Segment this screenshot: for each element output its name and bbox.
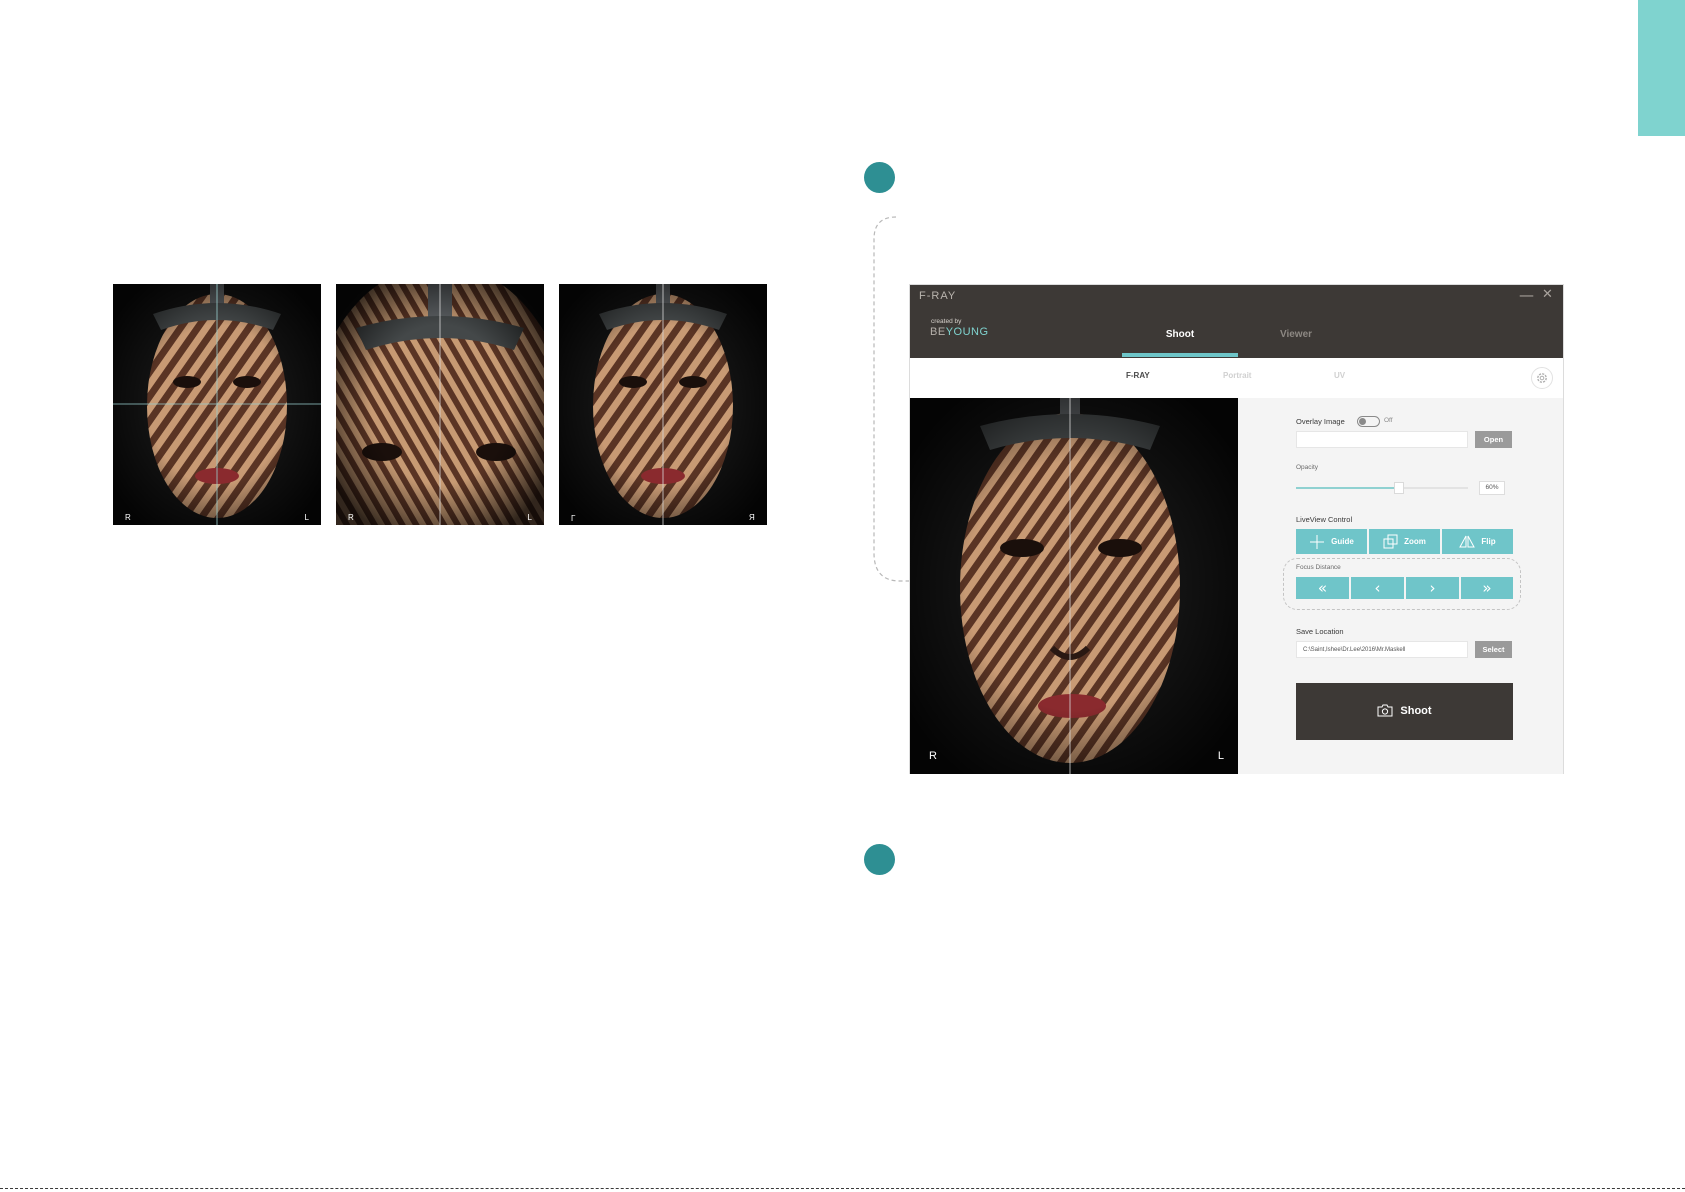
brand-accent: YOUNG	[945, 326, 989, 338]
zoom-label: Zoom	[1404, 537, 1426, 546]
focus-far-forward-button[interactable]: »	[1461, 577, 1513, 599]
page-bottom-rule	[0, 1188, 1685, 1189]
step-marker-2	[864, 844, 895, 875]
liveview-control-label: LiveView Control	[1296, 515, 1353, 524]
app-title: F-RAY	[919, 290, 957, 302]
control-panel: Overlay Image Off Open Opacity 60% LiveV…	[1238, 398, 1563, 774]
save-path-field[interactable]: C:\Saint,Ishee\Dr.Lee\2016\Mr.Maskell	[1296, 641, 1468, 658]
close-button[interactable]: ✕	[1542, 287, 1553, 302]
thumb-left-label: R	[348, 513, 354, 522]
focus-back-button[interactable]: ‹	[1351, 577, 1404, 599]
liveview-image: R L	[910, 398, 1238, 774]
thumb-right-label: R	[749, 513, 755, 522]
app-window: F-RAY — ✕ created by BEYOUNG Shoot Viewe…	[909, 284, 1564, 774]
liveview-right-label: L	[1217, 750, 1224, 762]
zoom-icon	[1383, 534, 1398, 549]
focus-forward-button[interactable]: ›	[1406, 577, 1459, 599]
open-button[interactable]: Open	[1475, 431, 1512, 448]
zoom-button[interactable]: Zoom	[1369, 529, 1440, 554]
guide-button[interactable]: Guide	[1296, 529, 1367, 554]
overlay-image-label: Overlay Image	[1296, 417, 1345, 426]
overlay-path-field[interactable]	[1296, 431, 1468, 448]
opacity-slider[interactable]	[1296, 482, 1468, 494]
guide-label: Guide	[1331, 537, 1354, 546]
gear-icon	[1537, 373, 1547, 383]
overlay-toggle-state: Off	[1384, 417, 1393, 424]
brand-caption: created by	[931, 318, 962, 325]
shoot-button[interactable]: Shoot	[1296, 683, 1513, 740]
tab-viewer[interactable]: Viewer	[1238, 329, 1354, 340]
face-photo	[910, 398, 1238, 774]
face-thumbnail-guide: R L	[113, 284, 321, 525]
title-bar: F-RAY — ✕ created by BEYOUNG Shoot Viewe…	[910, 285, 1563, 358]
step-marker-1	[864, 162, 895, 193]
toggle-knob	[1359, 418, 1366, 425]
tab-shoot[interactable]: Shoot	[1122, 329, 1238, 340]
face-photo	[336, 284, 544, 525]
shoot-label: Shoot	[1400, 705, 1432, 717]
flip-label: Flip	[1481, 537, 1496, 546]
settings-button[interactable]	[1531, 367, 1553, 389]
active-tab-indicator	[1122, 353, 1238, 357]
corner-tab	[1638, 0, 1685, 136]
overlay-toggle[interactable]	[1357, 416, 1380, 427]
opacity-slider-fill	[1296, 487, 1400, 489]
camera-icon	[1377, 704, 1393, 717]
sub-tab-bar: F-RAY Portrait UV	[910, 358, 1563, 398]
select-button[interactable]: Select	[1475, 641, 1512, 658]
flip-button[interactable]: Flip	[1442, 529, 1513, 554]
thumb-left-label: L	[571, 513, 576, 522]
face-thumbnail-flip: L R	[559, 284, 767, 525]
face-photo	[559, 284, 767, 525]
thumb-right-label: L	[304, 513, 309, 522]
focus-distance-label: Focus Distance	[1296, 564, 1341, 571]
subtab-uv[interactable]: UV	[1334, 371, 1345, 380]
opacity-slider-handle[interactable]	[1394, 482, 1405, 494]
brand-logo: BEYOUNG	[930, 326, 989, 338]
flip-icon	[1459, 536, 1476, 548]
thumb-right-label: L	[527, 513, 532, 522]
opacity-label: Opacity	[1296, 464, 1319, 471]
save-location-label: Save Location	[1296, 627, 1344, 636]
focus-far-back-button[interactable]: «	[1296, 577, 1349, 599]
face-photo	[113, 284, 321, 525]
subtab-portrait[interactable]: Portrait	[1223, 371, 1251, 380]
face-thumbnail-zoom: R L	[336, 284, 544, 525]
minimize-button[interactable]: —	[1519, 286, 1534, 304]
subtab-fray[interactable]: F-RAY	[1126, 371, 1150, 380]
brand-prefix: BE	[930, 326, 946, 338]
opacity-value[interactable]: 60%	[1479, 481, 1505, 495]
thumb-left-label: R	[125, 513, 131, 522]
liveview-left-label: R	[929, 750, 937, 762]
guide-icon	[1310, 534, 1325, 549]
